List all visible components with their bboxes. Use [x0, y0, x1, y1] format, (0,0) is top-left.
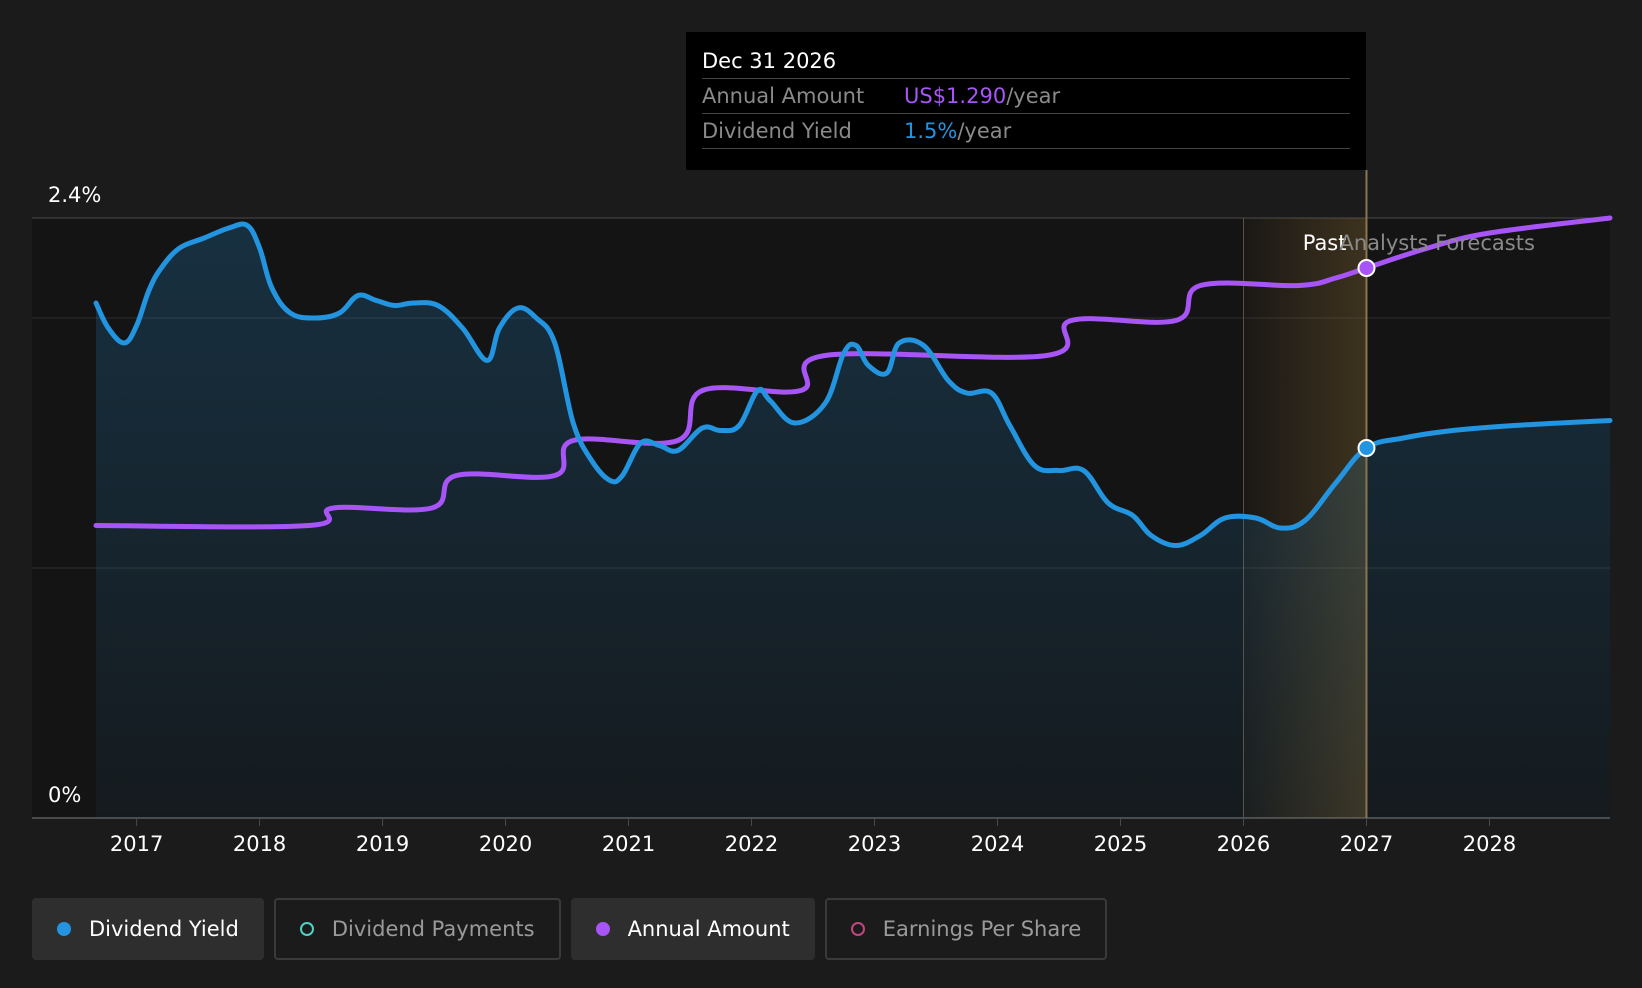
- legend: Dividend Yield Dividend Payments Annual …: [32, 898, 1108, 960]
- legend-dot-icon: [57, 922, 71, 936]
- y-tick-top: 2.4%: [48, 183, 101, 207]
- legend-label: Dividend Payments: [331, 917, 535, 941]
- x-tick-label: 2023: [848, 832, 901, 856]
- tooltip-unit: /year: [957, 119, 1012, 143]
- legend-item-dividend-yield[interactable]: Dividend Yield: [32, 898, 264, 960]
- tooltip: Dec 31 2026 Annual Amount US$1.290 /year…: [686, 32, 1366, 170]
- x-tick-label: 2021: [602, 832, 655, 856]
- tooltip-row-dividend-yield: Dividend Yield 1.5% /year: [702, 114, 1350, 149]
- legend-item-earnings-per-share[interactable]: Earnings Per Share: [824, 898, 1108, 960]
- x-tick-label: 2026: [1217, 832, 1270, 856]
- legend-ring-icon: [850, 922, 865, 936]
- annual-amount-marker[interactable]: [1357, 259, 1376, 277]
- dividend-yield-marker[interactable]: [1357, 439, 1376, 457]
- x-tick-label: 2027: [1340, 832, 1393, 856]
- legend-label: Dividend Yield: [89, 917, 239, 941]
- x-tick-label: 2020: [479, 832, 532, 856]
- x-tick-label: 2019: [356, 832, 409, 856]
- y-tick-bottom: 0%: [48, 783, 81, 807]
- tooltip-value: US$1.290: [904, 84, 1007, 108]
- legend-label: Annual Amount: [627, 917, 790, 941]
- tooltip-label: Dividend Yield: [702, 119, 852, 143]
- x-tick-label: 2025: [1094, 832, 1147, 856]
- x-tick-label: 2024: [971, 832, 1024, 856]
- x-tick-label: 2017: [110, 832, 163, 856]
- legend-item-dividend-payments[interactable]: Dividend Payments: [273, 898, 561, 960]
- x-tick-label: 2022: [725, 832, 778, 856]
- tooltip-date: Dec 31 2026: [702, 46, 1350, 79]
- x-tick-label: 2018: [233, 832, 286, 856]
- legend-label: Earnings Per Share: [882, 917, 1082, 941]
- analysts-forecasts-label: Analysts Forecasts: [1339, 231, 1534, 255]
- legend-dot-icon: [595, 922, 610, 936]
- legend-item-annual-amount[interactable]: Annual Amount: [570, 898, 815, 960]
- legend-ring-icon: [299, 922, 314, 936]
- tooltip-label: Annual Amount: [702, 84, 865, 108]
- tooltip-unit: /year: [1006, 84, 1061, 108]
- x-tick-label: 2028: [1463, 832, 1516, 856]
- tooltip-row-annual-amount: Annual Amount US$1.290 /year: [702, 79, 1350, 114]
- tooltip-value: 1.5%: [904, 119, 958, 143]
- x-axis-ticks: 2017 2018 2019 2020 2021 2022 2023 2024 2025 2026…: [110, 818, 1516, 856]
